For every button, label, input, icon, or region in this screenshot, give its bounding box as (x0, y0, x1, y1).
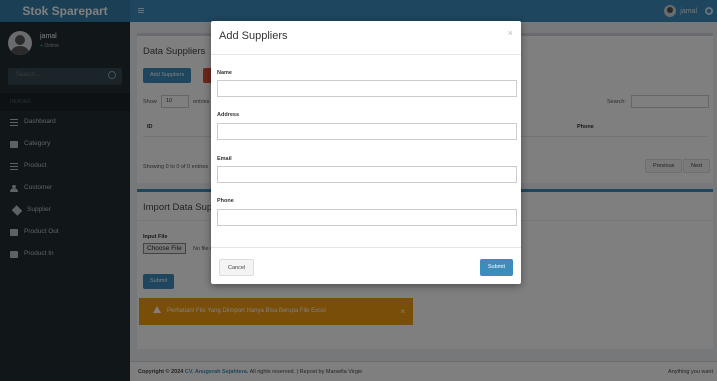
email-label: Email (217, 156, 232, 162)
phone-field[interactable] (217, 209, 517, 226)
address-field[interactable] (217, 123, 517, 140)
email-field[interactable] (217, 166, 517, 183)
name-label: Name (217, 70, 232, 76)
phone-label: Phone (217, 198, 234, 204)
address-label: Address (217, 112, 240, 118)
modal-header: Add Suppliers × (211, 21, 521, 55)
modal-footer-divider (211, 247, 521, 248)
close-icon[interactable]: × (508, 28, 513, 38)
modal-title: Add Suppliers (219, 30, 288, 42)
add-suppliers-modal: Add Suppliers × Name Address Email Phone… (211, 21, 521, 284)
name-field[interactable] (217, 80, 517, 97)
submit-button[interactable]: Submit (479, 259, 513, 276)
cancel-button[interactable]: Cancel (219, 259, 255, 276)
